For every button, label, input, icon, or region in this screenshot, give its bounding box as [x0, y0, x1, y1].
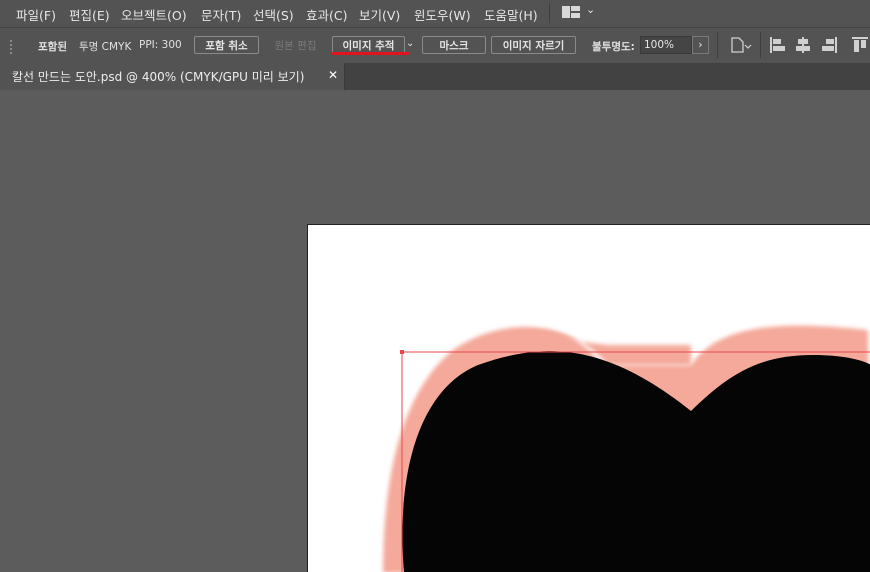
canvas-area[interactable] — [0, 90, 870, 572]
document-tab-bar: 칼선 만드는 도안.psd @ 400% (CMYK/GPU 미리 보기) ✕ — [0, 63, 870, 90]
color-mode-info: 투명 CMYK — [79, 41, 132, 53]
menu-divider — [549, 3, 550, 23]
menu-window[interactable]: 윈도우(W) — [414, 5, 471, 24]
menu-type[interactable]: 문자(T) — [201, 5, 241, 24]
menu-file[interactable]: 파일(F) — [16, 5, 56, 24]
highlight-underline — [331, 52, 409, 55]
align-left-icon[interactable] — [770, 37, 786, 53]
unembed-button[interactable]: 포함 취소 — [194, 36, 259, 54]
panel-grip-icon[interactable] — [10, 38, 15, 54]
mask-button[interactable]: 마스크 — [422, 36, 486, 54]
align-top-icon[interactable] — [852, 37, 868, 53]
document-tab-title: 칼선 만드는 도안.psd @ 400% (CMYK/GPU 미리 보기) — [12, 70, 305, 84]
image-trace-dropdown-icon[interactable]: ⌄ — [406, 38, 414, 49]
menu-help[interactable]: 도움말(H) — [484, 5, 538, 24]
artboard[interactable] — [307, 224, 870, 572]
chevron-down-icon[interactable]: ⌄ — [586, 3, 595, 16]
embedded-label: 포함된 — [38, 41, 67, 53]
close-icon[interactable]: ✕ — [328, 68, 338, 82]
divider — [717, 32, 718, 58]
edit-original-button[interactable]: 원본 편집 — [263, 36, 328, 54]
opacity-input[interactable]: 100% — [640, 36, 692, 54]
align-horizontal-center-icon[interactable] — [795, 37, 811, 53]
divider — [760, 32, 761, 58]
heart-artwork[interactable] — [308, 225, 870, 572]
crop-image-button[interactable]: 이미지 자르기 — [491, 36, 576, 54]
heart-fill-shape — [402, 351, 870, 572]
menu-bar: 파일(F) 편집(E) 오브젝트(O) 문자(T) 선택(S) 효과(C) 보기… — [0, 0, 870, 26]
menu-object[interactable]: 오브젝트(O) — [121, 5, 187, 24]
document-setup-icon[interactable] — [730, 37, 752, 53]
menu-effect[interactable]: 효과(C) — [306, 5, 347, 24]
workspace-layout-icon[interactable] — [562, 6, 580, 18]
control-bar: 포함된 투명 CMYK PPI: 300 포함 취소 원본 편집 이미지 추적 … — [0, 27, 870, 64]
menu-select[interactable]: 선택(S) — [253, 5, 294, 24]
align-right-icon[interactable] — [821, 37, 837, 53]
opacity-expand-arrow-icon[interactable]: › — [692, 36, 709, 54]
menu-view[interactable]: 보기(V) — [359, 5, 400, 24]
bounding-box-handle — [400, 350, 404, 354]
document-tab[interactable]: 칼선 만드는 도안.psd @ 400% (CMYK/GPU 미리 보기) ✕ — [0, 63, 345, 90]
menu-edit[interactable]: 편집(E) — [69, 5, 110, 24]
ppi-info: PPI: 300 — [139, 39, 182, 51]
opacity-label: 불투명도: — [592, 41, 635, 53]
